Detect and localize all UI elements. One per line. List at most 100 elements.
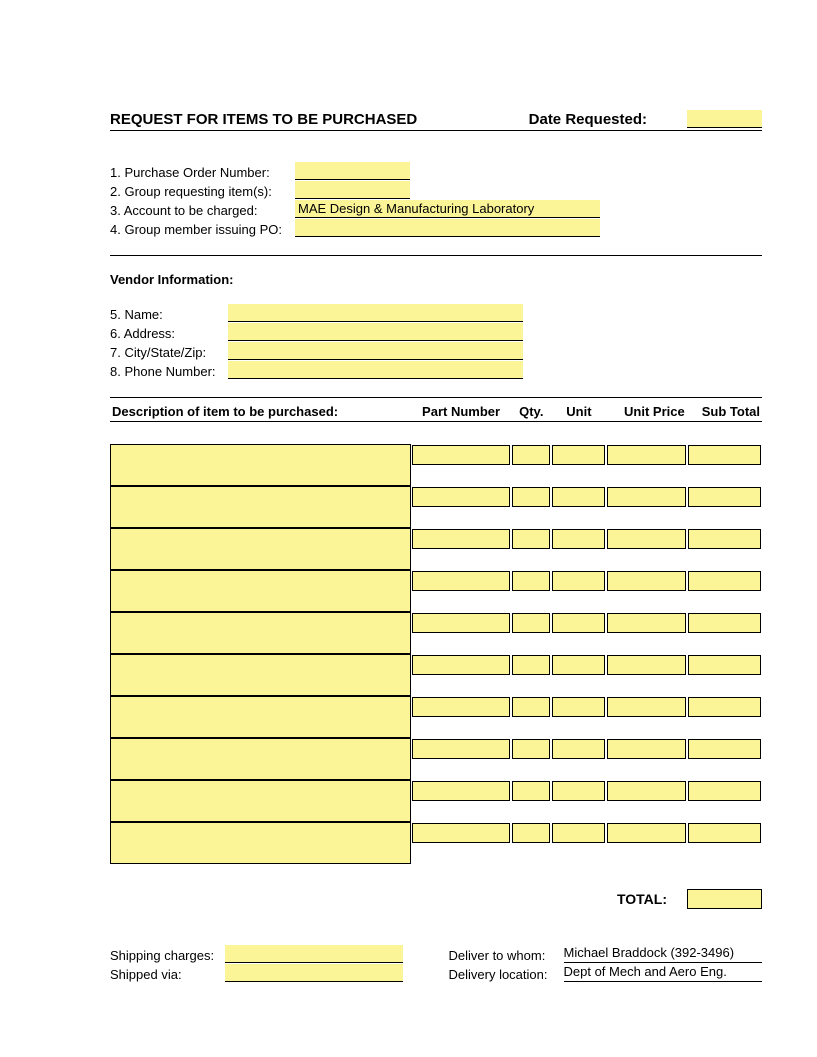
part-field[interactable] [412,781,510,801]
col-unit-price: Unit Price [606,402,686,422]
shipped-via-label: Shipped via: [110,967,225,982]
po-number-field[interactable] [295,162,410,180]
vendor-block: 5. Name: 6. Address: 7. City/State/Zip: … [110,303,762,379]
po-number-label: 1. Purchase Order Number: [110,165,295,180]
vendor-csz-field[interactable] [228,342,523,360]
table-row [110,570,762,592]
vendor-address-field[interactable] [228,323,523,341]
deliver-to-value: Michael Braddock (392-3496) [564,945,763,963]
price-field[interactable] [607,529,685,549]
price-field[interactable] [607,487,685,507]
table-row [110,486,762,508]
group-member-label: 4. Group member issuing PO: [110,222,295,237]
qty-field[interactable] [512,697,550,717]
sub-field[interactable] [688,487,761,507]
sub-field[interactable] [688,571,761,591]
meta-block: 1. Purchase Order Number: 2. Group reque… [110,161,762,237]
sub-field[interactable] [688,655,761,675]
header-row: REQUEST FOR ITEMS TO BE PURCHASED Date R… [110,110,762,131]
unit-field[interactable] [552,739,605,759]
unit-field[interactable] [552,571,605,591]
account-charged-field[interactable]: MAE Design & Manufacturing Laboratory [295,200,600,218]
vendor-address-label: 6. Address: [110,326,228,341]
col-description: Description of item to be purchased: [110,402,411,422]
price-field[interactable] [607,739,685,759]
sub-field[interactable] [688,445,761,465]
qty-field[interactable] [512,613,550,633]
description-field[interactable] [110,654,411,696]
sub-field[interactable] [688,613,761,633]
part-field[interactable] [412,823,510,843]
unit-field[interactable] [552,445,605,465]
description-field[interactable] [110,486,411,528]
unit-field[interactable] [552,697,605,717]
group-requesting-field[interactable] [295,181,410,199]
qty-field[interactable] [512,529,550,549]
qty-field[interactable] [512,823,550,843]
vendor-name-field[interactable] [228,304,523,322]
part-field[interactable] [412,613,510,633]
qty-field[interactable] [512,739,550,759]
table-row [110,696,762,718]
description-field[interactable] [110,822,411,864]
shipping-charges-label: Shipping charges: [110,948,225,963]
sub-field[interactable] [688,529,761,549]
delivery-location-value: Dept of Mech and Aero Eng. [564,964,763,982]
delivery-location-label: Delivery location: [449,967,564,982]
description-field[interactable] [110,612,411,654]
shipped-via-field[interactable] [225,964,403,982]
description-field[interactable] [110,780,411,822]
price-field[interactable] [607,823,685,843]
price-field[interactable] [607,655,685,675]
sub-field[interactable] [688,781,761,801]
part-field[interactable] [412,571,510,591]
part-field[interactable] [412,697,510,717]
description-field[interactable] [110,528,411,570]
price-field[interactable] [607,445,685,465]
total-field[interactable] [687,889,762,909]
part-field[interactable] [412,487,510,507]
sub-field[interactable] [688,823,761,843]
qty-field[interactable] [512,445,550,465]
unit-field[interactable] [552,613,605,633]
unit-field[interactable] [552,655,605,675]
divider [110,397,762,398]
footer: Shipping charges: Shipped via: Deliver t… [110,944,762,982]
table-row [110,738,762,760]
vendor-csz-label: 7. City/State/Zip: [110,345,228,360]
group-requesting-label: 2. Group requesting item(s): [110,184,295,199]
unit-field[interactable] [552,823,605,843]
table-row [110,780,762,802]
description-field[interactable] [110,570,411,612]
part-field[interactable] [412,739,510,759]
part-field[interactable] [412,655,510,675]
price-field[interactable] [607,613,685,633]
unit-field[interactable] [552,781,605,801]
price-field[interactable] [607,781,685,801]
description-field[interactable] [110,738,411,780]
shipping-charges-field[interactable] [225,945,403,963]
part-field[interactable] [412,529,510,549]
deliver-to-label: Deliver to whom: [449,948,564,963]
description-field[interactable] [110,444,411,486]
price-field[interactable] [607,697,685,717]
part-field[interactable] [412,445,510,465]
qty-field[interactable] [512,655,550,675]
date-requested-field[interactable] [687,110,762,128]
group-member-field[interactable] [295,219,600,237]
qty-field[interactable] [512,571,550,591]
table-row [110,444,762,466]
vendor-phone-field[interactable] [228,361,523,379]
col-unit: Unit [551,402,606,422]
vendor-section-title: Vendor Information: [110,272,762,287]
qty-field[interactable] [512,487,550,507]
sub-field[interactable] [688,697,761,717]
sub-field[interactable] [688,739,761,759]
qty-field[interactable] [512,781,550,801]
unit-field[interactable] [552,529,605,549]
description-field[interactable] [110,696,411,738]
price-field[interactable] [607,571,685,591]
unit-field[interactable] [552,487,605,507]
table-row [110,612,762,634]
total-label: TOTAL: [617,891,667,907]
